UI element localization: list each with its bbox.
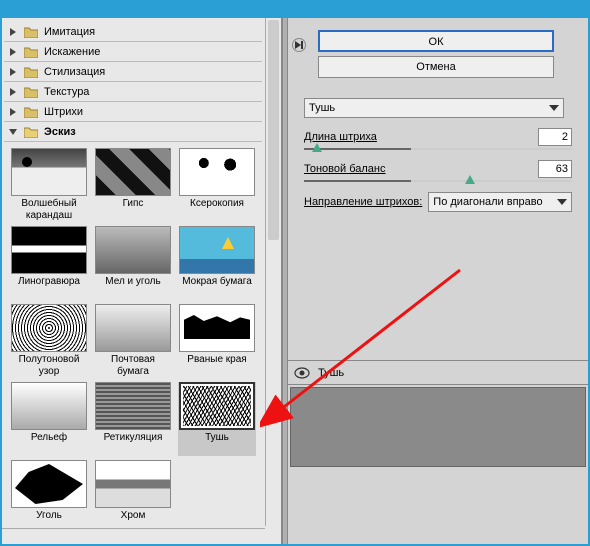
thumb-label: Полутоновой узор (10, 354, 88, 378)
thumb-image (179, 226, 255, 274)
thumb-label: Ксерокопия (190, 198, 244, 222)
slider-thumb-icon[interactable] (312, 143, 322, 152)
stroke-length-label: Длина штриха (304, 131, 538, 143)
folder-label: Эскиз (44, 126, 76, 138)
chevron-right-icon (8, 67, 18, 77)
folder-stylize[interactable]: Стилизация (4, 62, 262, 82)
stroke-direction-select[interactable]: По диагонали вправо (428, 192, 572, 212)
chevron-right-icon (8, 107, 18, 117)
thumb-image (95, 460, 171, 508)
thumb-chrome[interactable]: Хром (94, 460, 172, 534)
folder-label: Стилизация (44, 66, 105, 78)
thumb-image (95, 226, 171, 274)
thumb-chalk[interactable]: Мел и уголь (94, 226, 172, 300)
chevron-right-icon (8, 27, 18, 37)
chevron-down-icon (549, 102, 559, 114)
tone-balance-slider[interactable] (304, 180, 572, 182)
folder-label: Штрихи (44, 106, 83, 118)
thumb-image (11, 304, 87, 352)
thumb-relief[interactable]: Рельеф (10, 382, 88, 456)
folder-open-icon (24, 126, 38, 138)
tone-balance-label: Тоновой баланс (304, 163, 538, 175)
thumb-reticulation[interactable]: Ретикуляция (94, 382, 172, 456)
select-value: По диагонали вправо (433, 196, 542, 208)
folder-sketch[interactable]: Эскиз (4, 122, 262, 142)
thumb-charcoal[interactable]: Уголь (10, 460, 88, 534)
thumb-magic-pencil[interactable]: Волшебный карандаш (10, 148, 88, 222)
thumb-image (11, 460, 87, 508)
filter-options-pane: ОК Отмена Тушь Длина штриха 2 Тоновой ба… (288, 18, 588, 544)
effect-layers-panel: Тушь (288, 360, 588, 469)
folder-brush-strokes[interactable]: Штрихи (4, 102, 262, 122)
thumb-label: Мокрая бумага (182, 276, 252, 300)
folder-icon (24, 66, 38, 78)
thumb-label: Волшебный карандаш (10, 198, 88, 222)
slider-thumb-icon[interactable] (465, 175, 475, 184)
thumb-ink[interactable]: Тушь (178, 382, 256, 456)
thumb-image (11, 382, 87, 430)
thumb-note-paper[interactable]: Почтовая бумага (94, 304, 172, 378)
chevron-down-icon (8, 127, 18, 137)
folder-icon (24, 86, 38, 98)
stroke-direction-label: Направление штрихов: (304, 196, 422, 208)
thumb-label: Рваные края (187, 354, 246, 378)
vertical-scrollbar[interactable] (265, 18, 281, 526)
thumb-plaster[interactable]: Гипс (94, 148, 172, 222)
thumb-label: Тушь (205, 432, 229, 456)
folder-icon (24, 46, 38, 58)
thumb-image (11, 148, 87, 196)
window-titlebar (0, 0, 590, 18)
folder-icon (24, 26, 38, 38)
folder-icon (24, 106, 38, 118)
tone-balance-input[interactable]: 63 (538, 160, 572, 178)
thumb-label: Почтовая бумага (94, 354, 172, 378)
eye-icon[interactable] (294, 367, 310, 379)
stroke-length-slider[interactable] (304, 148, 572, 150)
thumb-halftone[interactable]: Полутоновой узор (10, 304, 88, 378)
thumb-lino[interactable]: Линогравюра (10, 226, 88, 300)
chevron-down-icon (557, 196, 567, 208)
thumb-label: Рельеф (31, 432, 67, 456)
thumb-image (179, 382, 255, 430)
layer-stack-area (290, 387, 586, 467)
folder-label: Искажение (44, 46, 100, 58)
folder-imitation[interactable]: Имитация (4, 22, 262, 42)
filter-gallery-pane: Имитация Искажение Стилизация Текстура (2, 18, 282, 544)
filter-type-select[interactable]: Тушь (304, 98, 564, 118)
ok-button[interactable]: ОК (318, 30, 554, 52)
thumb-image (95, 148, 171, 196)
thumb-image (179, 304, 255, 352)
thumb-label: Линогравюра (18, 276, 80, 300)
thumb-wet-paper[interactable]: Мокрая бумага (178, 226, 256, 300)
thumb-image (95, 382, 171, 430)
select-value: Тушь (309, 102, 335, 114)
layer-row[interactable]: Тушь (288, 361, 588, 385)
thumb-image (11, 226, 87, 274)
stroke-length-input[interactable]: 2 (538, 128, 572, 146)
folder-distort[interactable]: Искажение (4, 42, 262, 62)
layer-label: Тушь (318, 367, 344, 379)
cancel-button[interactable]: Отмена (318, 56, 554, 78)
thumb-image (179, 148, 255, 196)
collapse-toggle-icon[interactable] (292, 38, 306, 52)
thumb-image (95, 304, 171, 352)
chevron-right-icon (8, 47, 18, 57)
thumb-torn-edges[interactable]: Рваные края (178, 304, 256, 378)
horizontal-scrollbar[interactable] (2, 528, 265, 544)
thumb-label: Ретикуляция (104, 432, 163, 456)
folder-label: Текстура (44, 86, 89, 98)
filter-thumbnails: Волшебный карандаш Гипс Ксерокопия Линог… (4, 142, 262, 540)
thumb-label: Мел и уголь (105, 276, 160, 300)
folder-label: Имитация (44, 26, 95, 38)
thumb-xerox[interactable]: Ксерокопия (178, 148, 256, 222)
thumb-label: Гипс (123, 198, 144, 222)
chevron-right-icon (8, 87, 18, 97)
folder-texture[interactable]: Текстура (4, 82, 262, 102)
